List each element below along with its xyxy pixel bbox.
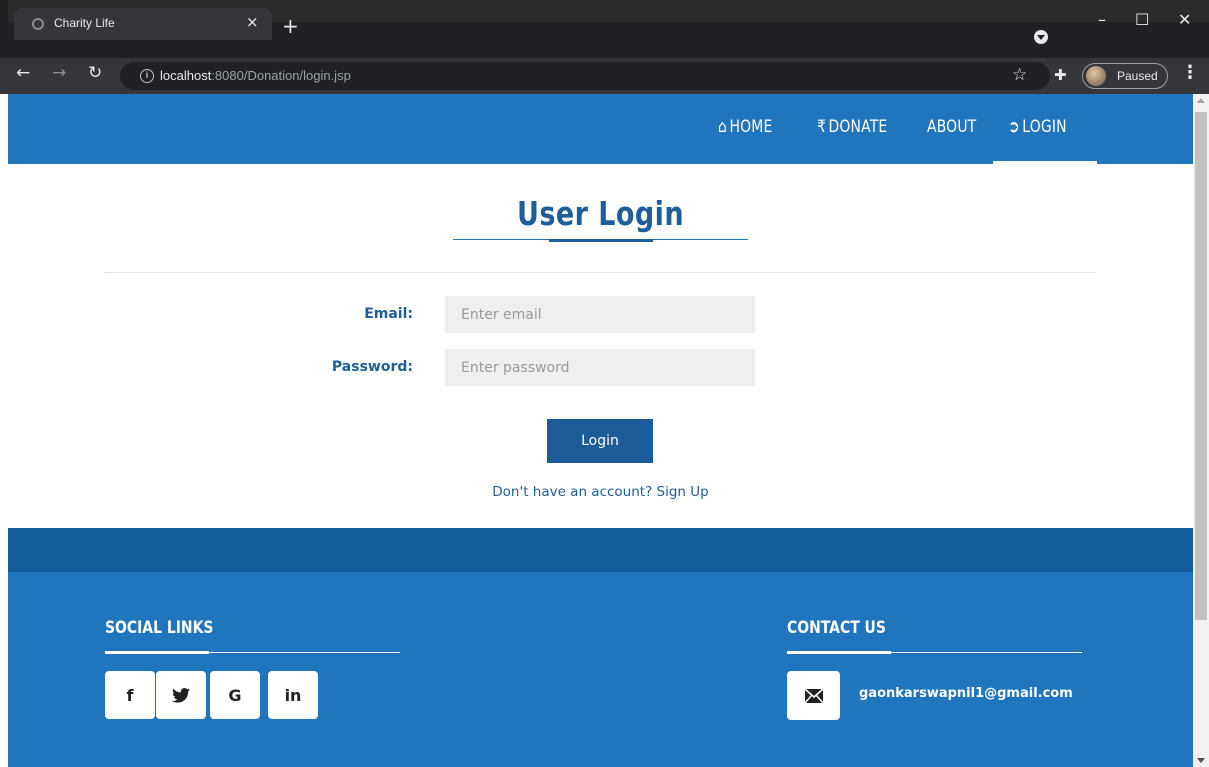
scroll-thumb[interactable]: [1195, 112, 1207, 620]
url-text[interactable]: localhost:8080/Donation/login.jsp: [160, 68, 351, 83]
footer: SOCIAL LINKS f G in CONTACT US gaonkarsw…: [8, 572, 1193, 767]
password-field[interactable]: [445, 349, 755, 386]
page-scrollbar[interactable]: [1193, 94, 1209, 767]
tab-search-icon[interactable]: [1034, 30, 1048, 44]
sign-in-icon: ➲: [1008, 117, 1020, 137]
address-bar[interactable]: i localhost:8080/Donation/login.jsp ☆: [120, 62, 1050, 90]
contact-email[interactable]: gaonkarswapnil1@gmail.com: [859, 686, 1073, 701]
browser-titlebar: Charity Life × + – ☐ ✕: [0, 0, 1209, 58]
info-icon[interactable]: i: [140, 69, 154, 83]
browser-toolbar: ← → ↻ i localhost:8080/Donation/login.js…: [0, 58, 1209, 94]
login-button[interactable]: Login: [547, 419, 653, 463]
nav-about[interactable]: ABOUT: [927, 119, 976, 136]
maximize-icon[interactable]: ☐: [1135, 12, 1149, 28]
section-divider: [105, 272, 1096, 273]
social-links-heading: SOCIAL LINKS: [105, 618, 214, 638]
google-icon[interactable]: G: [210, 671, 260, 719]
back-icon[interactable]: ←: [16, 65, 30, 82]
footer-top-band: [8, 528, 1193, 572]
signup-link[interactable]: Don't have an account? Sign Up: [8, 484, 1193, 500]
email-label: Email:: [364, 306, 413, 322]
social-heading-accent: [105, 651, 209, 654]
page-viewport: ⌂ HOME ₹ DONATE ABOUT ➲ LOGIN User Login Em…: [8, 94, 1193, 767]
avatar: [1086, 66, 1106, 86]
window-close-icon[interactable]: ✕: [1178, 12, 1191, 28]
twitter-icon[interactable]: [156, 671, 206, 719]
scroll-up-arrow-icon[interactable]: [1197, 98, 1205, 103]
forward-icon[interactable]: →: [52, 65, 66, 82]
site-header: ⌂ HOME ₹ DONATE ABOUT ➲ LOGIN: [8, 94, 1193, 164]
contact-heading-accent: [787, 651, 891, 654]
profile-button[interactable]: Paused: [1082, 63, 1168, 89]
nav-home[interactable]: ⌂ HOME: [718, 119, 772, 136]
star-icon[interactable]: ☆: [1012, 65, 1027, 85]
linkedin-icon[interactable]: in: [268, 671, 318, 719]
nav-login[interactable]: ➲ LOGIN: [1008, 119, 1067, 136]
page-title: User Login: [516, 194, 685, 233]
contact-us-heading: CONTACT US: [787, 618, 886, 638]
tab-title: Charity Life: [54, 16, 115, 30]
email-field[interactable]: [445, 296, 755, 333]
title-underline-accent: [549, 239, 653, 242]
tab-close-icon[interactable]: ×: [246, 13, 259, 31]
more-vertical-icon[interactable]: ⋮: [1181, 64, 1199, 82]
scroll-down-arrow-icon[interactable]: [1197, 758, 1205, 763]
envelope-icon[interactable]: [787, 671, 840, 720]
facebook-icon[interactable]: f: [105, 671, 155, 719]
nav-donate[interactable]: ₹ DONATE: [817, 119, 887, 136]
rupee-icon: ₹: [817, 117, 827, 137]
home-icon: ⌂: [718, 117, 728, 137]
password-label: Password:: [331, 359, 413, 375]
nav-active-indicator: [993, 161, 1097, 164]
reload-icon[interactable]: ↻: [88, 65, 102, 82]
new-tab-plus-icon[interactable]: +: [282, 16, 299, 36]
globe-icon: [32, 18, 44, 30]
browser-tab[interactable]: Charity Life ×: [14, 8, 272, 40]
profile-status: Paused: [1117, 69, 1158, 83]
minimize-icon[interactable]: –: [1098, 12, 1106, 28]
puzzle-icon[interactable]: ✚: [1054, 66, 1067, 84]
